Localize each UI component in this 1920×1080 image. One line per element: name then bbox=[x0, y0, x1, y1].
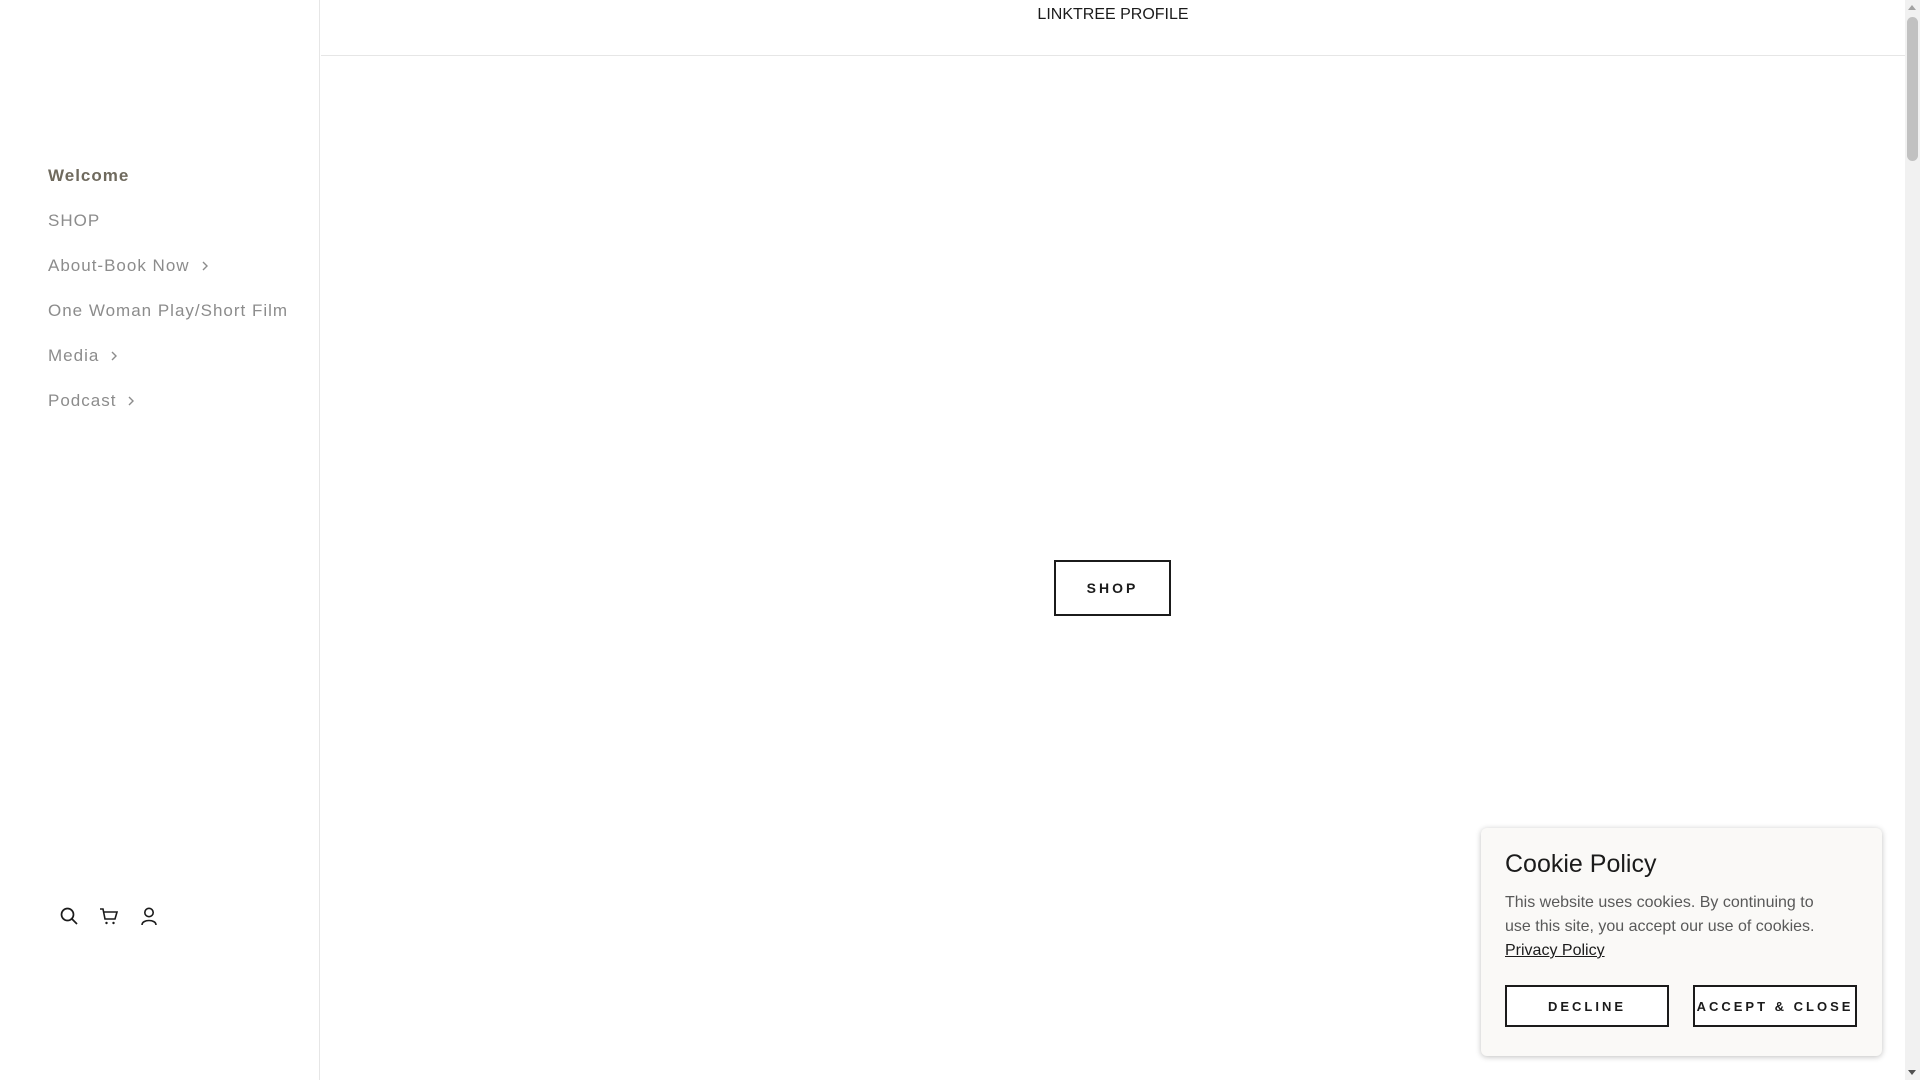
shop-button[interactable]: SHOP bbox=[1054, 560, 1171, 616]
top-header: LINKTREE PROFILE bbox=[321, 0, 1905, 56]
linktree-profile-link[interactable]: LINKTREE PROFILE bbox=[321, 6, 1905, 24]
accept-close-button[interactable]: ACCEPT & CLOSE bbox=[1693, 985, 1857, 1027]
cookie-policy-dialog: Cookie Policy This website uses cookies.… bbox=[1481, 828, 1882, 1056]
scrollbar-thumb[interactable] bbox=[1907, 17, 1918, 161]
cookie-policy-title: Cookie Policy bbox=[1505, 850, 1657, 878]
nav-item-one-woman-play[interactable]: One Woman Play/Short Film bbox=[48, 288, 288, 333]
nav-item-label: Welcome bbox=[48, 165, 130, 185]
search-icon bbox=[60, 907, 78, 925]
nav-item-about-book-now[interactable]: About-Book Now bbox=[48, 243, 288, 288]
nav-item-podcast[interactable]: Podcast bbox=[48, 378, 288, 423]
cookie-policy-message: This website uses cookies. By continuing… bbox=[1505, 894, 1815, 935]
nav-item-label: Podcast bbox=[48, 390, 117, 410]
nav-item-welcome[interactable]: Welcome bbox=[48, 153, 288, 198]
cart-icon bbox=[100, 908, 119, 925]
sidebar-utility-icons bbox=[57, 904, 161, 928]
search-button[interactable] bbox=[57, 904, 81, 928]
chevron-right-icon bbox=[202, 261, 208, 270]
nav-item-label: About-Book Now bbox=[48, 255, 190, 275]
scroll-down-arrow-icon[interactable] bbox=[1908, 1070, 1916, 1075]
sidebar-nav: Welcome SHOP About-Book Now One Woman Pl… bbox=[48, 153, 288, 423]
cart-button[interactable] bbox=[97, 904, 121, 928]
account-button[interactable] bbox=[137, 904, 161, 928]
privacy-policy-link[interactable]: Privacy Policy bbox=[1505, 939, 1605, 963]
nav-item-label: SHOP bbox=[48, 210, 101, 230]
decline-button[interactable]: DECLINE bbox=[1505, 985, 1669, 1027]
nav-item-label: Media bbox=[48, 345, 100, 365]
nav-item-label: One Woman Play/Short Film bbox=[48, 300, 289, 320]
chevron-right-icon bbox=[111, 351, 118, 360]
page-scrollbar[interactable] bbox=[1905, 0, 1920, 1080]
chevron-right-icon bbox=[128, 396, 135, 405]
nav-item-media[interactable]: Media bbox=[48, 333, 288, 378]
cookie-actions: DECLINE ACCEPT & CLOSE bbox=[1505, 985, 1857, 1027]
scroll-up-arrow-icon[interactable] bbox=[1908, 5, 1916, 10]
nav-item-shop[interactable]: SHOP bbox=[48, 198, 288, 243]
account-icon bbox=[141, 907, 157, 926]
sidebar: Welcome SHOP About-Book Now One Woman Pl… bbox=[0, 0, 320, 1080]
